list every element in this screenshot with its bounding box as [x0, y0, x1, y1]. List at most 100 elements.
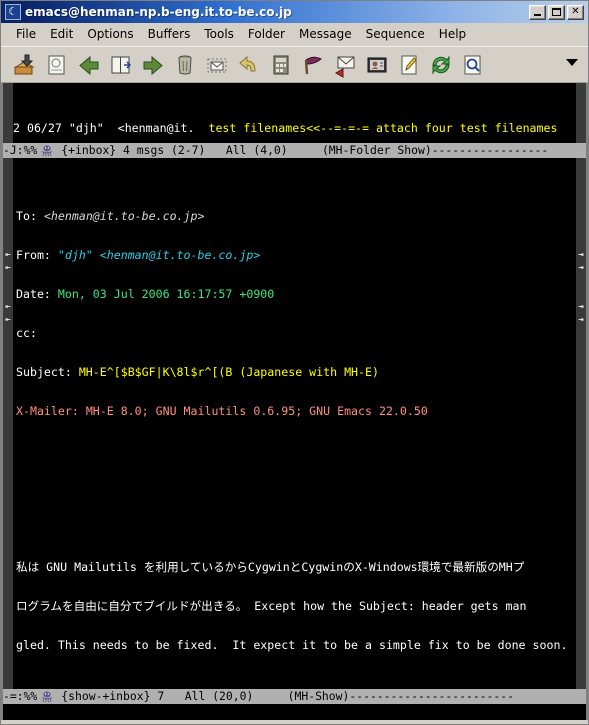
row-number: 2 — [13, 122, 20, 135]
emacs-window: ☾ emacs@henman-np.b-eng.it.to-be.co.jp ✕… — [0, 0, 589, 725]
reply-icon[interactable] — [331, 51, 359, 79]
emacs-frame: 2 06/27 "djh" <henman@it. test filenames… — [1, 83, 588, 720]
show-modeline-position: All — [184, 689, 206, 703]
compose-icon[interactable] — [395, 51, 423, 79]
wrap-continuation-icon: ⇤ — [5, 250, 11, 260]
table-row[interactable]: 2 06/27 "djh" <henman@it. test filenames… — [13, 122, 576, 135]
header-value: Mon, 03 Jul 2006 16:17:57 +0900 — [57, 288, 275, 301]
gnu-head-icon — [39, 690, 55, 703]
wrap-continuation-icon — [3, 236, 13, 249]
title-bar: ☾ emacs@henman-np.b-eng.it.to-be.co.jp ✕ — [1, 1, 588, 23]
mh-folder-buffer: 2 06/27 "djh" <henman@it. test filenames… — [3, 83, 586, 143]
close-button[interactable]: ✕ — [567, 4, 584, 20]
execute-commands-icon[interactable] — [267, 51, 295, 79]
folder-left-fringe — [3, 83, 13, 143]
next-undeleted-icon[interactable] — [107, 51, 135, 79]
show-message-icon[interactable] — [43, 51, 71, 79]
folder-rows: 2 06/27 "djh" <henman@it. test filenames… — [13, 83, 576, 143]
gnu-head-icon — [39, 144, 55, 157]
show-modeline-msgnum: 7 — [157, 689, 165, 703]
modeline-status: -J:%% — [3, 143, 38, 157]
row-subject: test filenames<<--=-=-= attach four test… — [208, 122, 558, 135]
modeline-point: (4,0) — [253, 143, 288, 157]
body-line: ログラムを自由に自分でブイルドが出きる。 Except how the Subj… — [16, 600, 527, 613]
wrap-continuation-icon: ⇥ — [578, 302, 584, 312]
menu-item-buffers[interactable]: Buffers — [141, 25, 198, 43]
header-cc: cc: — [16, 327, 576, 340]
header-label: Date: — [16, 288, 51, 301]
header-subject: Subject: MH-E^[$B$GF|K\8l$r^[(B (Japanes… — [16, 366, 576, 379]
next-message-icon[interactable] — [139, 51, 167, 79]
modeline-major-mode: (MH-Folder Show) — [321, 143, 432, 157]
modeline-buffer-name: {+inbox} — [61, 143, 117, 157]
minimize-button[interactable] — [529, 4, 546, 20]
show-modeline-point: (20,0) — [212, 689, 254, 703]
modeline-range: (2-7) — [171, 143, 206, 157]
show-modeline-status: -=:%% — [3, 689, 38, 703]
menu-bar: File Edit Options Buffers Tools Folder M… — [1, 23, 588, 46]
header-value: MH-E^[$B$GF|K\8l$r^[(B (Japanese with MH… — [78, 366, 379, 379]
wrap-continuation-icon: ⇤ — [5, 302, 11, 312]
folder-right-fringe — [576, 83, 586, 143]
mh-show-buffer: ⇤ ⇤ ⇤ ⇤ To: <henman@it.to-be.co.jp> From… — [3, 158, 586, 689]
refile-message-icon[interactable] — [203, 51, 231, 79]
show-left-fringe: ⇤ ⇤ ⇤ ⇤ — [3, 158, 13, 689]
wrap-continuation-icon: ⇥ — [578, 250, 584, 260]
header-label: Subject: — [16, 366, 72, 379]
header-from: From: "djh" <henman@it.to-be.co.jp> — [16, 249, 576, 262]
message-content: To: <henman@it.to-be.co.jp> From: "djh" … — [13, 158, 576, 689]
body-line — [16, 678, 576, 689]
wrap-continuation-icon: ⇤ — [5, 315, 11, 325]
search-icon[interactable] — [459, 51, 487, 79]
toggle-tick-icon[interactable] — [299, 51, 327, 79]
show-modeline-buffer-name: {show-+inbox} — [61, 689, 151, 703]
modeline-filler: ----------------- — [431, 143, 549, 157]
wrap-continuation-icon: ⇤ — [5, 263, 11, 273]
show-modeline-major-mode: (MH-Show) — [287, 689, 350, 703]
wrap-continuation-icon: ⇥ — [578, 315, 584, 325]
modeline-msg-count: 4 msgs — [123, 143, 165, 157]
menu-item-help[interactable]: Help — [432, 25, 473, 43]
row-from: "djh" <henman@it. — [68, 122, 195, 135]
header-value: <henman@it.to-be.co.jp> — [43, 210, 205, 223]
echo-area[interactable] — [3, 704, 586, 720]
menu-item-message[interactable]: Message — [292, 25, 359, 43]
menu-item-edit[interactable]: Edit — [43, 25, 80, 43]
maximize-button[interactable] — [548, 4, 565, 20]
header-value: "djh" <henman@it.to-be.co.jp> — [57, 249, 261, 262]
header-to: To: <henman@it.to-be.co.jp> — [16, 210, 576, 223]
previous-message-icon[interactable] — [75, 51, 103, 79]
header-label: X-Mailer: — [16, 405, 79, 418]
menu-item-folder[interactable]: Folder — [241, 25, 292, 43]
window-bottom-border — [1, 720, 588, 724]
header-value: MH-E 8.0; GNU Mailutils 0.6.95; GNU Emac… — [85, 405, 428, 418]
delete-message-icon[interactable] — [171, 51, 199, 79]
rescan-folder-icon[interactable] — [427, 51, 455, 79]
undo-icon[interactable] — [235, 51, 263, 79]
inc-mail-icon[interactable] — [11, 51, 39, 79]
emacs-icon: ☾ — [5, 4, 21, 20]
body-line: 私は GNU Mailutils を利用しているからCygwinとCygwinの… — [16, 561, 525, 574]
header-xmailer: X-Mailer: MH-E 8.0; GNU Mailutils 0.6.95… — [16, 405, 576, 418]
header-label: From: — [16, 249, 51, 262]
folder-modeline: -J:%% {+inbox} 4 msgs (2-7) All (4,0) (M… — [3, 143, 586, 158]
header-date: Date: Mon, 03 Jul 2006 16:17:57 +0900 — [16, 288, 576, 301]
show-modeline-filler: ------------------------ — [349, 689, 514, 703]
menu-item-tools[interactable]: Tools — [197, 25, 241, 43]
window-title: emacs@henman-np.b-eng.it.to-be.co.jp — [25, 5, 292, 19]
menu-item-options[interactable]: Options — [80, 25, 140, 43]
show-modeline: -=:%% {show-+inbox} 7 All (20,0) (MH-Sho… — [3, 689, 586, 704]
body-line: gled. This needs to be fixed. It expect … — [16, 639, 568, 652]
header-label: cc: — [16, 327, 37, 340]
modeline-position: All — [225, 143, 247, 157]
menu-item-file[interactable]: File — [9, 25, 43, 43]
window-controls: ✕ — [529, 4, 586, 20]
wrap-continuation-icon: ⇥ — [578, 263, 584, 273]
header-label: To: — [16, 210, 37, 223]
menu-item-sequence[interactable]: Sequence — [359, 25, 432, 43]
alias-icon[interactable] — [363, 51, 391, 79]
show-right-fringe: ⇥ ⇥ ⇥ ⇥ — [576, 158, 586, 689]
row-date: 06/27 — [26, 122, 62, 135]
tool-bar — [1, 46, 588, 83]
toolbar-overflow-arrow[interactable] — [566, 59, 578, 66]
